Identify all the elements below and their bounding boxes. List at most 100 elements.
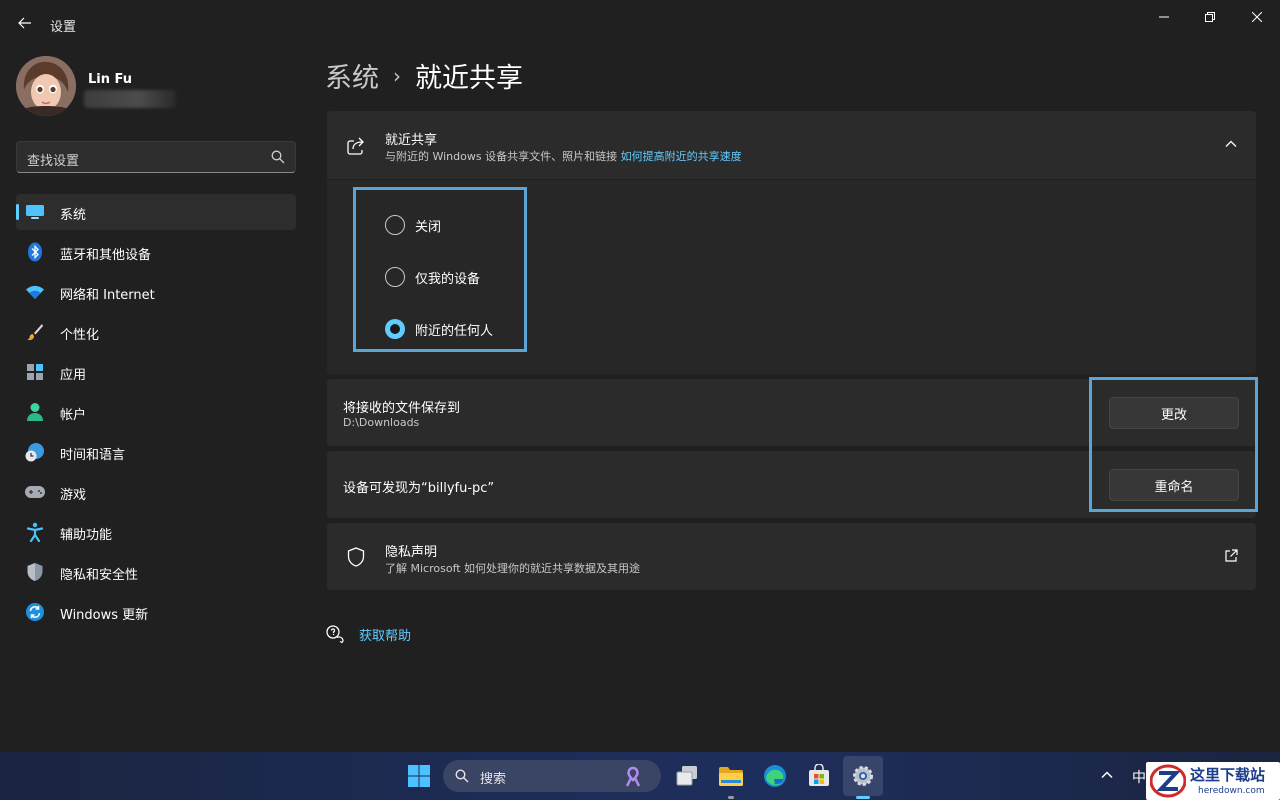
user-name: Lin Fu	[88, 72, 133, 87]
store-icon	[809, 764, 829, 786]
person-icon	[24, 402, 46, 422]
sidebar-item-label: 个性化	[60, 328, 100, 343]
card-subtitle: 与附近的 Windows 设备共享文件、照片和链接 如何提高附近的共享速度	[385, 148, 742, 164]
nearby-sharing-header[interactable]: 就近共享 与附近的 Windows 设备共享文件、照片和链接 如何提高附近的共享…	[327, 111, 1256, 179]
sidebar-item-label: 蓝牙和其他设备	[60, 248, 152, 263]
privacy-title: 隐私声明	[385, 545, 438, 560]
app-title: 设置	[50, 20, 77, 35]
close-icon	[1252, 12, 1262, 22]
sidebar-item-label: 游戏	[60, 488, 87, 503]
speed-help-link[interactable]: 如何提高附近的共享速度	[621, 150, 742, 163]
breadcrumb-separator: ›	[393, 63, 401, 88]
chevron-up-icon[interactable]	[1224, 137, 1238, 151]
active-app-indicator	[856, 796, 870, 799]
watermark-subtext: heredown.com	[1198, 786, 1265, 796]
store-button[interactable]	[805, 762, 833, 790]
avatar	[16, 56, 76, 116]
sidebar-item-accessibility[interactable]: 辅助功能	[16, 514, 296, 550]
file-explorer-button[interactable]	[717, 762, 745, 790]
search-input[interactable]: 查找设置	[16, 141, 296, 173]
external-link-icon	[1225, 549, 1238, 562]
sidebar-item-label: 隐私和安全性	[60, 568, 139, 583]
back-button[interactable]	[14, 12, 36, 34]
site-watermark: 这里下载站 heredown.com	[1146, 762, 1280, 800]
taskbar-search-label: 搜索	[480, 772, 507, 787]
user-email-blurred	[84, 90, 176, 108]
restore-button[interactable]	[1187, 6, 1233, 28]
task-view-button[interactable]	[673, 762, 701, 790]
wifi-icon	[24, 282, 46, 302]
settings-app-button[interactable]	[849, 762, 877, 790]
highlight-box-buttons	[1089, 377, 1258, 512]
sidebar-item-apps[interactable]: 应用	[16, 354, 296, 390]
title-bar: 设置	[0, 0, 1280, 48]
sidebar-item-time-language[interactable]: 时间和语言	[16, 434, 296, 470]
sidebar-item-gaming[interactable]: 游戏	[16, 474, 296, 510]
sidebar-item-label: 网络和 Internet	[60, 288, 155, 303]
breadcrumb-parent[interactable]: 系统	[325, 56, 379, 95]
save-location-title: 将接收的文件保存到	[343, 401, 461, 416]
page-title: 就近共享	[415, 63, 523, 94]
sidebar-item-label: 时间和语言	[60, 448, 126, 463]
arrow-left-icon	[18, 17, 31, 29]
taskbar-search[interactable]: 搜索	[443, 760, 661, 792]
taskbar: 搜索 中	[0, 752, 1280, 800]
device-name-label: 设备可发现为“billyfu-pc”	[343, 481, 495, 496]
bluetooth-icon	[24, 242, 46, 262]
search-placeholder: 查找设置	[27, 154, 80, 169]
privacy-statement-row[interactable]: 隐私声明 了解 Microsoft 如何处理你的就近共享数据及其用途	[327, 523, 1256, 590]
help-chat-icon	[326, 625, 344, 644]
edge-icon	[764, 765, 786, 787]
card-subtitle-text: 与附近的 Windows 设备共享文件、照片和链接	[385, 150, 618, 163]
search-icon	[271, 150, 285, 164]
sidebar-item-network[interactable]: 网络和 Internet	[16, 274, 296, 310]
card-title: 就近共享	[385, 133, 438, 148]
get-help-label: 获取帮助	[359, 628, 412, 644]
ribbon-icon	[625, 766, 641, 787]
privacy-subtitle: 了解 Microsoft 如何处理你的就近共享数据及其用途	[385, 562, 641, 575]
globe-clock-icon	[24, 442, 46, 462]
restore-icon	[1205, 12, 1215, 22]
running-indicator	[728, 796, 734, 799]
monitor-icon	[24, 202, 46, 222]
sidebar-item-bluetooth[interactable]: 蓝牙和其他设备	[16, 234, 296, 270]
chevron-up-icon[interactable]	[1100, 768, 1114, 782]
search-icon	[455, 769, 469, 783]
ime-indicator[interactable]: 中	[1132, 767, 1146, 787]
shield-icon	[24, 562, 46, 582]
minimize-icon	[1159, 16, 1169, 18]
get-help-link[interactable]: 获取帮助	[325, 624, 411, 644]
sidebar-item-personalization[interactable]: 个性化	[16, 314, 296, 350]
sidebar-item-label: 帐户	[60, 408, 87, 423]
task-view-icon	[676, 766, 697, 786]
save-location-path: D:\Downloads	[343, 416, 420, 429]
folder-icon	[719, 767, 743, 786]
sidebar-item-system[interactable]: 系统	[16, 194, 296, 230]
edge-button[interactable]	[761, 762, 789, 790]
accessibility-icon	[24, 522, 46, 542]
breadcrumb: 系统 › 就近共享	[325, 56, 523, 95]
sidebar-item-label: 系统	[60, 208, 87, 223]
watermark-logo-icon	[1150, 764, 1186, 798]
apps-icon	[24, 362, 46, 382]
sidebar-item-privacy-security[interactable]: 隐私和安全性	[16, 554, 296, 590]
watermark-text: 这里下载站	[1190, 766, 1266, 784]
brush-icon	[24, 322, 46, 342]
sidebar-item-windows-update[interactable]: Windows 更新	[16, 594, 296, 630]
start-button[interactable]	[405, 762, 433, 790]
active-indicator	[16, 204, 19, 220]
sidebar-item-label: Windows 更新	[60, 608, 149, 623]
minimize-button[interactable]	[1141, 6, 1187, 28]
close-button[interactable]	[1234, 6, 1280, 28]
windows-logo-icon	[408, 765, 430, 787]
highlight-box-radio-options	[353, 187, 527, 352]
sidebar-item-accounts[interactable]: 帐户	[16, 394, 296, 430]
sidebar-item-label: 辅助功能	[60, 528, 113, 543]
gamepad-icon	[24, 482, 46, 502]
sidebar-item-label: 应用	[60, 368, 87, 383]
shield-outline-icon	[347, 547, 365, 567]
share-icon	[347, 137, 364, 155]
update-icon	[24, 602, 46, 622]
gear-icon	[853, 766, 873, 786]
sidebar-nav: 系统 蓝牙和其他设备 网络和 Internet 个性化 应用 帐户 时间和语言 …	[16, 194, 296, 634]
